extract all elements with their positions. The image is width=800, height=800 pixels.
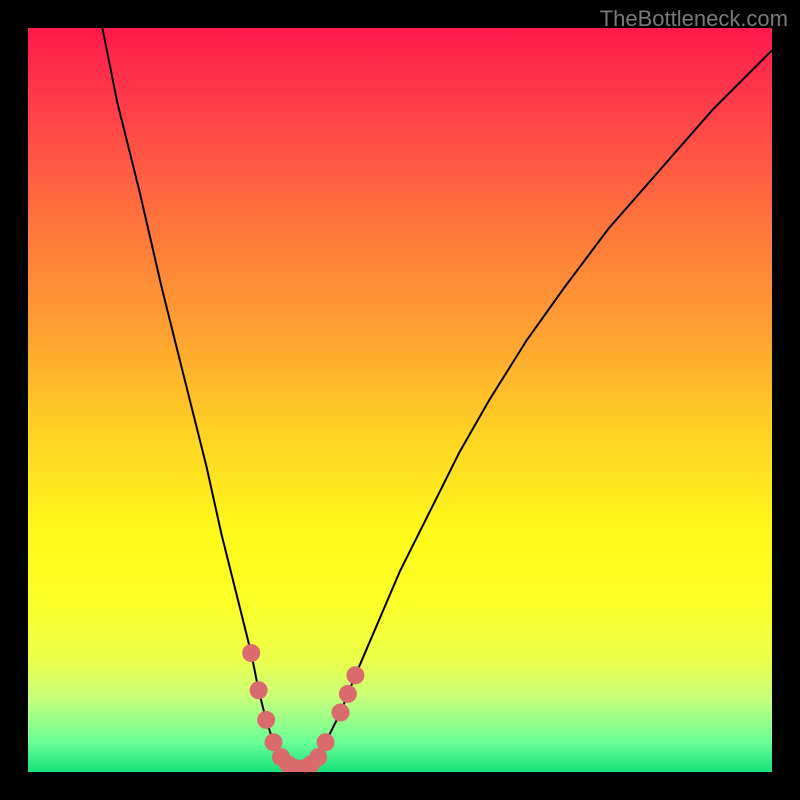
- bottleneck-curve-line: [102, 28, 772, 768]
- watermark-text: TheBottleneck.com: [600, 6, 788, 32]
- highlight-dot: [242, 644, 260, 662]
- highlight-dots-group: [242, 644, 364, 772]
- bottleneck-chart-svg: [28, 28, 772, 772]
- highlight-dot: [250, 681, 268, 699]
- highlight-dot: [332, 704, 350, 722]
- chart-area: [28, 28, 772, 772]
- highlight-dot: [317, 733, 335, 751]
- highlight-dot: [257, 711, 275, 729]
- highlight-dot: [339, 685, 357, 703]
- highlight-dot: [346, 666, 364, 684]
